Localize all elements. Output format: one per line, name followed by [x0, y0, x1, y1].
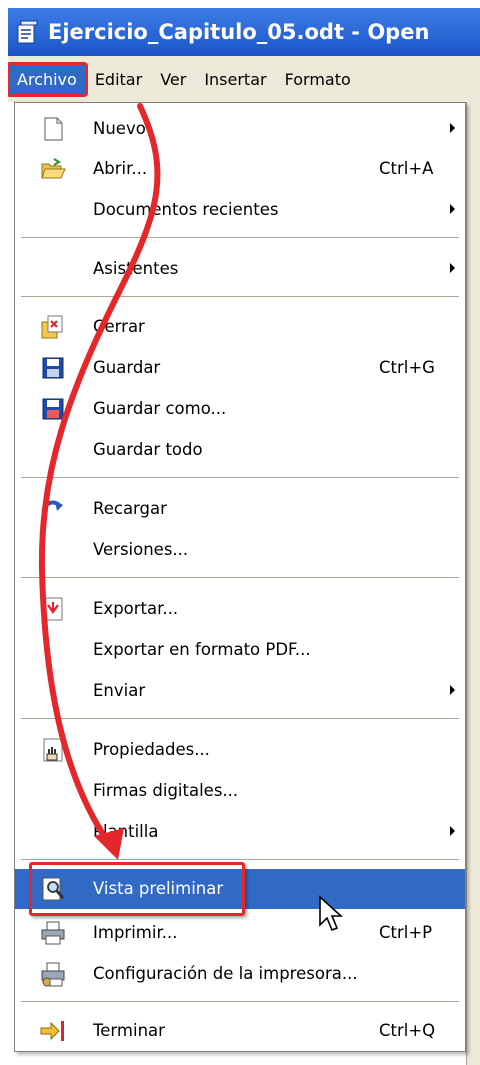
menu-bar: Archivo Editar Ver Insertar Formato — [8, 56, 480, 102]
menu-separator — [21, 237, 459, 238]
menu-item-shortcut: Ctrl+G — [379, 358, 435, 377]
menu-item-label: Imprimir... — [93, 923, 178, 942]
menu-item-imprimir[interactable]: Imprimir... Ctrl+P — [15, 913, 465, 953]
export-icon — [39, 595, 67, 623]
menu-separator — [21, 477, 459, 478]
menu-item-cerrar[interactable]: Cerrar — [15, 307, 465, 347]
submenu-arrow-icon — [450, 263, 455, 273]
annotation-highlight-box — [29, 862, 245, 916]
menu-item-label: Cerrar — [93, 317, 145, 336]
menu-item-configuracion-impresora[interactable]: Configuración de la impresora... — [15, 954, 465, 994]
menu-item-guardar[interactable]: Guardar Ctrl+G — [15, 348, 465, 388]
menu-item-versiones[interactable]: Versiones... — [15, 530, 465, 570]
menu-item-enviar[interactable]: Enviar — [15, 671, 465, 711]
menu-separator — [21, 577, 459, 578]
menu-item-guardar-todo[interactable]: Guardar todo — [15, 430, 465, 470]
menu-item-label: Terminar — [93, 1021, 165, 1040]
menu-item-label: Guardar — [93, 358, 161, 377]
window-title: Ejercicio_Capitulo_05.odt - Open — [48, 20, 430, 44]
menu-item-label: Guardar todo — [93, 440, 203, 459]
menu-insertar[interactable]: Insertar — [195, 64, 275, 95]
menu-item-label: Propiedades... — [93, 740, 210, 759]
menu-item-label: Documentos recientes — [93, 200, 279, 219]
submenu-arrow-icon — [450, 123, 455, 133]
menu-item-label: Nuevo — [93, 119, 146, 138]
window-title-bar: Ejercicio_Capitulo_05.odt - Open — [8, 8, 480, 56]
exit-icon — [39, 1017, 67, 1045]
menu-item-label: Configuración de la impresora... — [93, 964, 358, 983]
menu-item-label: Enviar — [93, 681, 146, 700]
menu-item-recargar[interactable]: Recargar — [15, 489, 465, 529]
save-icon — [39, 354, 67, 382]
menu-editar[interactable]: Editar — [86, 64, 151, 95]
menu-item-label: Exportar en formato PDF... — [93, 640, 311, 659]
menu-item-propiedades[interactable]: Propiedades... — [15, 730, 465, 770]
menu-item-label: Recargar — [93, 499, 167, 518]
window-background — [466, 102, 480, 1065]
menu-item-label: Abrir... — [93, 159, 148, 178]
menu-item-plantilla[interactable]: Plantilla — [15, 812, 465, 852]
close-document-icon — [39, 313, 67, 341]
menu-item-label: Asistentes — [93, 259, 179, 278]
menu-item-label: Exportar... — [93, 599, 179, 618]
submenu-arrow-icon — [450, 685, 455, 695]
submenu-arrow-icon — [450, 826, 455, 836]
menu-item-shortcut: Ctrl+Q — [379, 1021, 436, 1040]
menu-item-guardar-como[interactable]: Guardar como... — [15, 389, 465, 429]
menu-separator — [21, 718, 459, 719]
writer-document-icon — [14, 19, 40, 45]
mouse-pointer-icon — [319, 895, 344, 932]
reload-icon — [39, 495, 67, 523]
new-document-icon — [39, 115, 67, 143]
menu-separator — [21, 1001, 459, 1002]
print-icon — [39, 919, 67, 947]
menu-item-label: Plantilla — [93, 822, 159, 841]
menu-item-label: Firmas digitales... — [93, 781, 239, 800]
menu-item-exportar[interactable]: Exportar... — [15, 589, 465, 629]
menu-separator — [21, 859, 459, 860]
menu-item-label: Guardar como... — [93, 399, 227, 418]
menu-item-label: Versiones... — [93, 540, 189, 559]
menu-item-firmas-digitales[interactable]: Firmas digitales... — [15, 771, 465, 811]
printer-settings-icon — [39, 960, 67, 988]
menu-ver[interactable]: Ver — [151, 64, 195, 95]
menu-item-documentos-recientes[interactable]: Documentos recientes — [15, 190, 465, 230]
menu-archivo[interactable]: Archivo — [8, 61, 88, 97]
properties-icon — [39, 736, 67, 764]
menu-item-terminar[interactable]: Terminar Ctrl+Q — [15, 1011, 465, 1051]
menu-formato[interactable]: Formato — [276, 64, 360, 95]
menu-item-abrir[interactable]: Abrir... Ctrl+A — [15, 149, 465, 189]
submenu-arrow-icon — [450, 204, 455, 214]
save-as-icon — [39, 395, 67, 423]
open-folder-icon — [39, 155, 67, 183]
menu-item-shortcut: Ctrl+P — [379, 923, 433, 942]
menu-item-shortcut: Ctrl+A — [379, 159, 434, 178]
menu-separator — [21, 296, 459, 297]
menu-item-asistentes[interactable]: Asistentes — [15, 249, 465, 289]
menu-item-nuevo[interactable]: Nuevo — [15, 109, 465, 149]
menu-item-exportar-pdf[interactable]: Exportar en formato PDF... — [15, 630, 465, 670]
